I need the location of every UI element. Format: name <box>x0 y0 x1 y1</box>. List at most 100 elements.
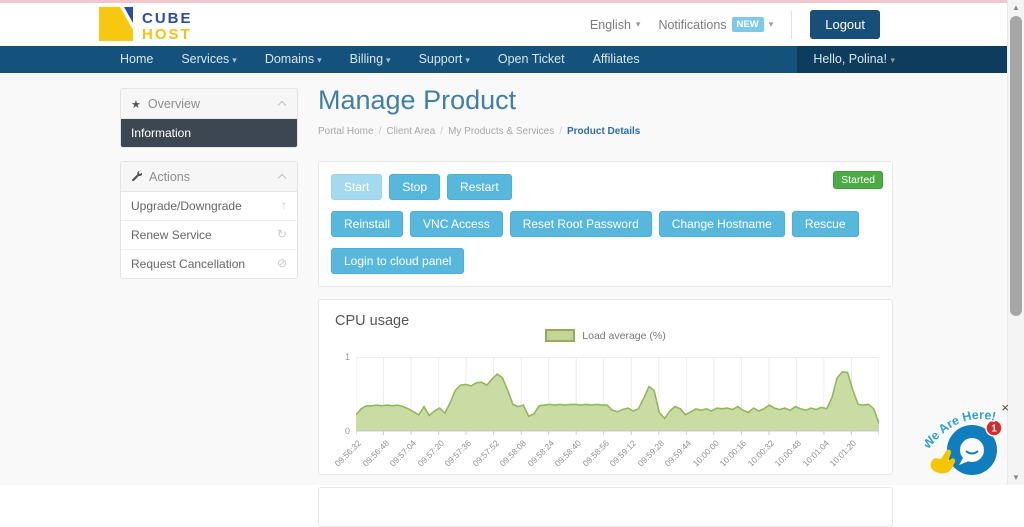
x-tick-label: 09:58:40 <box>552 438 584 469</box>
actions-panel: Actions Upgrade/Downgrade ↑ Renew Service ↻… <box>120 161 298 279</box>
x-tick-label: 09:57:36 <box>442 438 474 469</box>
overview-panel-header[interactable]: ★ Overview <box>121 89 297 119</box>
scrollbar-thumb[interactable] <box>1010 16 1022 316</box>
x-tick-label: 09:56:32 <box>332 438 364 469</box>
sidebar-item-renew-service[interactable]: Renew Service ↻ <box>121 220 297 249</box>
sidebar-item-upgrade-downgrade[interactable]: Upgrade/Downgrade ↑ <box>121 192 297 220</box>
refresh-icon: ↻ <box>276 227 287 241</box>
sidebar-item-information[interactable]: Information <box>121 119 297 147</box>
language-dropdown[interactable]: English ▾ <box>590 18 641 32</box>
reset-root-password-button[interactable]: Reset Root Password <box>509 211 652 237</box>
legend-label: Load average (%) <box>582 329 666 342</box>
overview-panel: ★ Overview Information <box>120 88 298 148</box>
logout-button[interactable]: Logout <box>810 10 880 39</box>
close-icon[interactable]: × <box>1001 401 1009 414</box>
nav-item-home[interactable]: Home <box>106 46 167 73</box>
actions-title: Actions <box>149 170 190 184</box>
main-panel: Manage Product Portal Home / Client Area / M… <box>318 85 893 527</box>
restart-button[interactable]: Restart <box>447 174 512 200</box>
user-menu-label: Hello, Polina! <box>813 52 887 66</box>
next-card-peek <box>318 487 893 527</box>
x-tick-label: 09:58:08 <box>497 438 529 469</box>
breadcrumb-my-products-services[interactable]: My Products & Services <box>448 126 554 137</box>
nav-item-domains[interactable]: Domains ▾ <box>251 46 336 73</box>
breadcrumb-separator: / <box>378 126 382 137</box>
stop-button[interactable]: Stop <box>389 174 441 200</box>
x-tick-label: 09:56:48 <box>360 438 391 469</box>
header-divider <box>791 10 793 39</box>
language-label: English <box>589 17 631 32</box>
main-nav: Home Services ▾ Domains ▾ Billing ▾ Support ▾ Ope… <box>0 46 1007 73</box>
x-tick-label: 10:00:16 <box>717 438 749 469</box>
logo-line2: HOST <box>142 25 192 43</box>
nav-items: Home Services ▾ Domains ▾ Billing ▾ Support ▾ Ope… <box>106 46 654 73</box>
cpu-usage-card: CPU usage Load average (%) 1 0 09:56:32 0… <box>318 299 893 475</box>
chevron-up-icon <box>277 173 287 183</box>
logo-text: CUBE HOST <box>142 9 193 43</box>
header: CUBE HOST English ▾ Notifications NEW ▾ … <box>0 3 1007 46</box>
status-badge: Started <box>833 171 883 189</box>
cpu-load-area-series <box>356 371 879 431</box>
scroll-up-arrow-icon[interactable]: ▲ <box>1008 0 1024 15</box>
star-icon: ★ <box>131 99 141 111</box>
wrench-icon <box>131 170 143 184</box>
start-button[interactable]: Start <box>331 174 383 200</box>
chevron-down-icon: ▾ <box>232 55 237 65</box>
breadcrumb-separator: / <box>440 126 444 137</box>
chevron-down-icon: ▾ <box>635 19 641 29</box>
x-tick-label: 10:00:48 <box>773 438 804 469</box>
notifications-dropdown[interactable]: Notifications NEW ▾ <box>658 17 773 32</box>
nav-item-services[interactable]: Services ▾ <box>167 46 250 73</box>
breadcrumb-portal-home[interactable]: Portal Home <box>318 126 374 137</box>
x-axis-labels: 09:56:32 09:56:48 09:57:04 09:57:20 09:57:36… <box>333 435 879 475</box>
overview-title: Overview <box>147 97 200 111</box>
content-area: ★ Overview Information Actions Upgrade/Do… <box>0 73 1007 527</box>
arrow-up-icon: ↑ <box>281 198 287 212</box>
logo[interactable]: CUBE HOST <box>98 6 193 47</box>
x-tick-label: 10:01:20 <box>828 438 859 469</box>
action-items: Upgrade/Downgrade ↑ Renew Service ↻ Request … <box>121 192 297 278</box>
nav-left-gap <box>0 46 106 73</box>
x-tick-label: 09:57:04 <box>387 438 419 469</box>
chevron-down-icon: ▾ <box>768 19 774 29</box>
controls-card: Started Start Stop Restart Reinstall VNC Ac… <box>318 161 893 287</box>
cpu-chart <box>355 357 880 437</box>
change-hostname-button[interactable]: Change Hostname <box>658 211 785 237</box>
y-tick-min: 0 <box>344 426 350 436</box>
breadcrumb-separator: / <box>559 126 562 137</box>
chevron-down-icon: ▾ <box>890 55 895 65</box>
actions-panel-header[interactable]: Actions <box>121 162 297 192</box>
sidebar-item-request-cancellation[interactable]: Request Cancellation ⊘ <box>121 249 297 278</box>
nav-item-affiliates[interactable]: Affiliates <box>579 46 654 73</box>
svg-text:1: 1 <box>991 424 997 435</box>
chat-widget[interactable]: × 1 We Are Here! <box>918 398 1017 485</box>
chart-title: CPU usage <box>335 313 410 329</box>
user-menu[interactable]: Hello, Polina! ▾ <box>797 46 1007 73</box>
x-tick-label: 09:59:12 <box>607 438 639 469</box>
reinstall-button[interactable]: Reinstall <box>331 211 404 237</box>
power-buttons-row: Start Stop Restart <box>331 174 880 200</box>
chevron-down-icon: ▾ <box>386 55 391 65</box>
rescue-button[interactable]: Rescue <box>791 211 859 237</box>
logo-line1: CUBE <box>142 9 193 27</box>
nav-item-billing[interactable]: Billing ▾ <box>336 46 405 73</box>
chart-legend: Load average (%) <box>319 329 892 342</box>
logo-icon <box>98 6 134 47</box>
cpu-chart-svg <box>355 357 880 435</box>
breadcrumb-product-details: Product Details <box>567 126 641 137</box>
notifications-new-badge: NEW <box>731 17 764 32</box>
chevron-down-icon: ▾ <box>465 55 470 65</box>
x-tick-label: 09:59:44 <box>662 438 694 469</box>
notifications-label: Notifications <box>658 17 727 32</box>
nav-item-open-ticket[interactable]: Open Ticket <box>484 46 579 73</box>
nav-item-support[interactable]: Support ▾ <box>405 46 484 73</box>
login-to-cloud-panel-button[interactable]: Login to cloud panel <box>331 248 465 274</box>
vnc-access-button[interactable]: VNC Access <box>410 211 503 237</box>
management-buttons-row: Reinstall VNC Access Reset Root Password Ch… <box>331 211 880 237</box>
y-tick-max: 1 <box>344 352 350 362</box>
sidebar: ★ Overview Information Actions Upgrade/Do… <box>120 88 298 292</box>
breadcrumb-client-area[interactable]: Client Area <box>386 126 435 137</box>
chevron-up-icon <box>277 100 287 110</box>
breadcrumb: Portal Home / Client Area / My Products & Se… <box>318 126 893 137</box>
